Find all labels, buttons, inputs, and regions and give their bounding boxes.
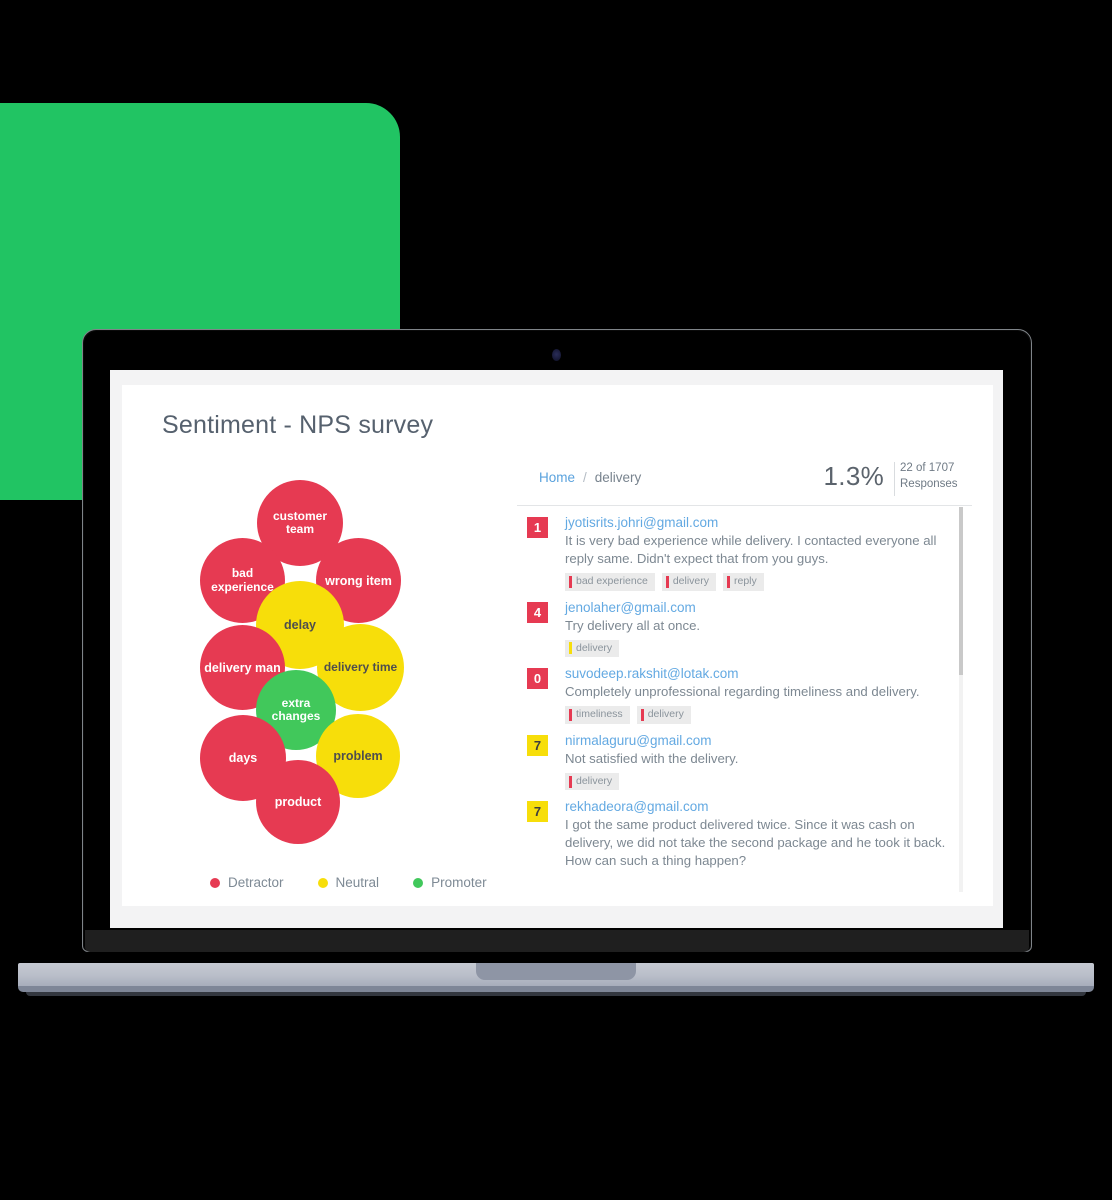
response-tag-list: bad experience delivery reply bbox=[565, 572, 957, 591]
response-tag[interactable]: delivery bbox=[565, 639, 620, 658]
tag-label: delivery bbox=[647, 708, 684, 721]
page-title: Sentiment - NPS survey bbox=[162, 411, 434, 439]
breadcrumb-home-link[interactable]: Home bbox=[539, 470, 575, 485]
sentiment-legend: Detractor Neutral Promoter bbox=[210, 875, 487, 890]
sentiment-bubble-chart: customer team bad experience wrong item delay… bbox=[200, 480, 560, 850]
bubble-label: problem bbox=[333, 749, 383, 763]
responses-count-label: Responses bbox=[900, 477, 958, 490]
laptop-hinge-gap bbox=[85, 952, 1029, 963]
response-tag[interactable]: reply bbox=[723, 572, 764, 591]
bubble-label: customer team bbox=[272, 508, 328, 536]
tag-color-bar-icon bbox=[665, 575, 669, 588]
bubble-label: wrong item bbox=[325, 573, 392, 588]
dashboard-card: Sentiment - NPS survey customer team bad ex… bbox=[122, 385, 993, 906]
legend-label: Detractor bbox=[228, 875, 284, 890]
percentage-value: 1.3% bbox=[823, 461, 884, 491]
tag-color-bar-icon bbox=[569, 575, 572, 588]
response-item[interactable]: 7 nirmalaguru@gmail.com Not satisfied with… bbox=[527, 724, 957, 791]
response-item[interactable]: 0 suvodeep.rakshit@lotak.com Completely un… bbox=[527, 657, 957, 724]
responses-scrollbar-thumb[interactable] bbox=[959, 507, 963, 675]
response-comment: It is very bad experience while delivery… bbox=[565, 533, 937, 566]
laptop-mockup: Sentiment - NPS survey customer team bad ex… bbox=[0, 0, 1112, 1200]
response-score-badge: 7 bbox=[527, 801, 548, 823]
response-tag[interactable]: delivery bbox=[636, 706, 691, 724]
legend-item-neutral[interactable]: Neutral bbox=[317, 875, 380, 890]
legend-item-promoter[interactable]: Promoter bbox=[413, 875, 487, 890]
tag-color-bar-icon bbox=[727, 575, 730, 588]
tag-label: delivery bbox=[672, 574, 709, 587]
response-tag[interactable]: bad experience bbox=[565, 572, 655, 591]
legend-label: Promoter bbox=[431, 875, 487, 890]
webcam-icon bbox=[552, 349, 561, 361]
laptop-bottom-bezel bbox=[85, 930, 1029, 952]
response-tag[interactable]: delivery bbox=[661, 572, 716, 591]
response-comment: Not satisfied with the delivery. bbox=[565, 750, 739, 766]
response-email-link[interactable]: jyotisrits.johri@gmail.com bbox=[565, 515, 957, 530]
bubble-label: product bbox=[274, 795, 322, 809]
responses-panel-header: Home / delivery 1.3% 22 of 1707 Response… bbox=[517, 461, 972, 506]
laptop-screen: Sentiment - NPS survey customer team bad ex… bbox=[110, 370, 1003, 928]
responses-count: 22 of 1707 Responses bbox=[900, 461, 972, 492]
bubble-label: delivery time bbox=[323, 659, 398, 674]
tag-label: bad experience bbox=[576, 574, 648, 587]
response-email-link[interactable]: suvodeep.rakshit@lotak.com bbox=[565, 666, 957, 681]
response-tag-list: timeliness delivery bbox=[565, 706, 957, 724]
response-score-badge: 4 bbox=[527, 601, 548, 623]
laptop-base-notch bbox=[476, 963, 636, 980]
tag-label: delivery bbox=[576, 774, 613, 787]
header-divider bbox=[894, 462, 895, 496]
response-comment: I got the same product delivered twice. … bbox=[565, 817, 946, 869]
response-tag-list: delivery bbox=[565, 772, 957, 791]
bubble-label: delay bbox=[284, 618, 316, 632]
tag-color-bar-icon bbox=[569, 775, 572, 788]
bubble-label: delivery man bbox=[204, 660, 281, 675]
breadcrumb-current: delivery bbox=[594, 470, 642, 485]
response-score-badge: 1 bbox=[527, 517, 548, 538]
response-tag[interactable]: delivery bbox=[565, 772, 620, 791]
response-item[interactable]: 1 jyotisrits.johri@gmail.com It is very ba… bbox=[527, 506, 957, 591]
responses-panel: Home / delivery 1.3% 22 of 1707 Response… bbox=[517, 461, 972, 892]
legend-dot-icon bbox=[317, 877, 328, 888]
legend-item-detractor[interactable]: Detractor bbox=[210, 875, 284, 890]
response-item[interactable]: 7 rekhadeora@gmail.com I got the same prod… bbox=[527, 790, 957, 870]
responses-list-wrapper[interactable]: 1 jyotisrits.johri@gmail.com It is very ba… bbox=[517, 506, 972, 891]
response-tag[interactable]: timeliness bbox=[565, 706, 630, 724]
response-comment: Completely unprofessional regarding time… bbox=[565, 684, 920, 700]
legend-label: Neutral bbox=[335, 875, 380, 890]
tag-color-bar-icon bbox=[569, 708, 572, 721]
response-item[interactable]: 4 jenolaher@gmail.com Try delivery all at … bbox=[527, 591, 957, 658]
list-bottom-fade bbox=[517, 877, 956, 891]
tag-label: delivery bbox=[576, 641, 613, 654]
legend-dot-icon bbox=[413, 877, 424, 888]
tag-color-bar-icon bbox=[569, 642, 572, 655]
bubble-label: extra changes bbox=[271, 695, 321, 723]
response-tag-list: delivery bbox=[565, 639, 957, 658]
response-email-link[interactable]: jenolaher@gmail.com bbox=[565, 600, 957, 615]
legend-dot-icon bbox=[210, 877, 220, 888]
response-comment: Try delivery all at once. bbox=[565, 617, 701, 633]
laptop-base-shadow bbox=[26, 992, 1086, 996]
response-email-link[interactable]: rekhadeora@gmail.com bbox=[565, 799, 957, 814]
bubble-product[interactable]: product bbox=[256, 760, 340, 844]
response-score-badge: 7 bbox=[527, 734, 548, 756]
response-score-badge: 0 bbox=[527, 668, 548, 690]
tag-color-bar-icon bbox=[640, 708, 644, 721]
bubble-label: bad experience bbox=[211, 566, 274, 594]
bubble-label: days bbox=[228, 751, 258, 765]
tag-label: reply bbox=[734, 574, 757, 587]
responses-count-value: 22 of 1707 bbox=[900, 462, 955, 474]
breadcrumb-separator: / bbox=[583, 470, 587, 485]
tag-label: timeliness bbox=[576, 708, 623, 721]
responses-list: 1 jyotisrits.johri@gmail.com It is very ba… bbox=[517, 506, 957, 870]
response-email-link[interactable]: nirmalaguru@gmail.com bbox=[565, 733, 957, 748]
breadcrumb: Home / delivery bbox=[539, 470, 641, 485]
